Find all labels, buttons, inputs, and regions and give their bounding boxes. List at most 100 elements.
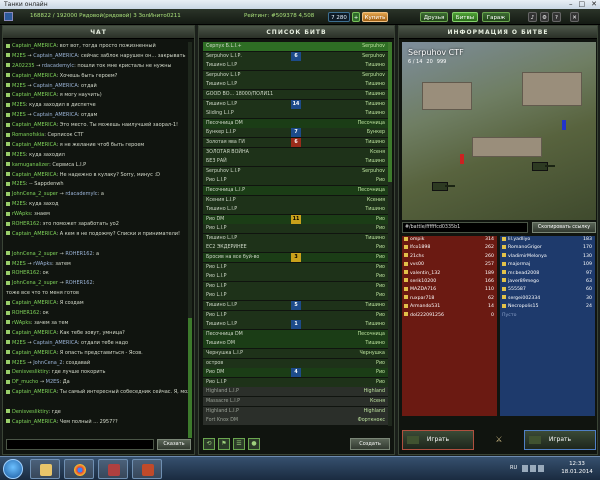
chat-nick[interactable]: M2ES	[12, 340, 26, 346]
battle-row[interactable]: Рио L.I.Р Рио	[203, 272, 388, 282]
chat-nick[interactable]: Romanofskia	[12, 132, 44, 138]
chat-scroll-thumb[interactable]	[188, 318, 192, 438]
play-red-button[interactable]: Играть	[402, 430, 474, 450]
battle-row[interactable]: Fort Knox DM Форткнокс	[203, 416, 388, 426]
chat-nick[interactable]: JohnCena_2_super	[12, 280, 58, 286]
battle-row[interactable]: Рио L.I.Р Рио	[203, 310, 388, 320]
battle-row[interactable]: Massacre L.I.Р Ксеня	[203, 396, 388, 406]
battle-row[interactable]: Рио L.I.Р Рио	[203, 224, 388, 234]
player-row[interactable]: lfco1898 262	[402, 244, 497, 252]
player-row[interactable]: vvs00 257	[402, 261, 497, 269]
battle-row[interactable]: Тишино L.I.Р Тишино	[203, 80, 388, 90]
volume-icon[interactable]	[538, 465, 544, 472]
battle-row[interactable]: Тишино L.I.Р 1 Тишино	[203, 320, 388, 330]
player-row[interactable]: 555587 60	[500, 286, 595, 294]
chat-scrollbar[interactable]	[188, 42, 192, 438]
chat-nick[interactable]: Captain_AMERICA	[12, 300, 56, 306]
chat-nick[interactable]: Denisvesliktiry	[12, 409, 48, 415]
battle-row[interactable]: Золотая ява ГИ 6 Тишино	[203, 137, 388, 147]
copy-link-button[interactable]: Скопировать ссылку	[532, 222, 596, 233]
battle-row[interactable]: Тишино L.I.Р 14 Тишино	[203, 99, 388, 109]
chat-nick[interactable]: ROHER162	[12, 270, 39, 276]
chat-recipient[interactable]: ROHER162	[65, 280, 92, 286]
chat-nick[interactable]: Captain_AMERICA	[12, 419, 56, 425]
battles-button[interactable]: Битвы	[452, 12, 478, 22]
battle-row[interactable]: ЗОЛОТАЯ ВОЙНА Ксеня	[203, 147, 388, 157]
add-crystals-button[interactable]: +	[352, 12, 360, 22]
clock[interactable]: 12:33 18.01.2014	[558, 460, 596, 476]
player-row[interactable]: dol222091256 0	[402, 312, 497, 320]
battle-row[interactable]: ЕС2 ЭКДЕРИНЕЕ Рио	[203, 243, 388, 253]
chat-nick[interactable]: M2ES	[12, 181, 26, 187]
player-row[interactable]: serik10200 166	[402, 278, 497, 286]
battle-row[interactable]: Тишино L.I.Р Тишино	[203, 233, 388, 243]
battle-row[interactable]: Песочница DM Песочница	[203, 329, 388, 339]
battle-row[interactable]: GOOD ВО... 18000/ПОЛИ11 Тишино	[203, 89, 388, 99]
input-language[interactable]: RU	[510, 465, 517, 471]
chat-recipient[interactable]: Captain_AMERICA	[33, 83, 77, 89]
battle-row[interactable]: Рио DM 11 Рио	[203, 214, 388, 224]
taskbar-explorer[interactable]	[30, 459, 60, 479]
chat-nick[interactable]: Captain_AMERICA	[12, 231, 56, 237]
close-icon[interactable]: ✕	[591, 0, 597, 9]
battle-row[interactable]: Песочница L.I.Р Песочница	[203, 185, 388, 195]
start-button[interactable]	[3, 459, 23, 479]
battle-row[interactable]: остров Рио	[203, 358, 388, 368]
battle-list-scrollbar[interactable]	[388, 42, 392, 426]
chat-recipient[interactable]: M2ES	[46, 379, 60, 385]
chat-nick[interactable]: M2ES	[12, 261, 26, 267]
battle-row[interactable]: Песочница DM Песочница	[203, 118, 388, 128]
chat-recipient[interactable]: ROHER162	[65, 251, 92, 257]
chat-nick[interactable]: Captain_AMERICA	[12, 330, 56, 336]
battle-row[interactable]: Sliding L.I.Р Тишино	[203, 109, 388, 119]
player-row[interactable]: ompik 314	[402, 236, 497, 244]
chat-nick[interactable]: 2A02235	[12, 63, 35, 69]
battle-filter-icon[interactable]: ●	[248, 438, 260, 450]
battle-row[interactable]: Тишино L.I.Р 5 Тишино	[203, 301, 388, 311]
chat-nick[interactable]: Captain_AMERICA	[12, 172, 56, 178]
battle-row[interactable]: Тишино L.I.Р Тишино	[203, 205, 388, 215]
chat-nick[interactable]: Denisvesliktiry	[12, 369, 48, 375]
battle-row[interactable]: Рио DM 4 Рио	[203, 368, 388, 378]
battle-row[interactable]: БЕЗ РАЙ Тишино	[203, 157, 388, 167]
player-row[interactable]: javer89mego 63	[500, 278, 595, 286]
chat-nick[interactable]: Captain_AMERICA	[12, 43, 56, 49]
chat-nick[interactable]: Captain_AMERICA	[12, 92, 56, 98]
minimize-icon[interactable]: –	[569, 0, 573, 9]
player-row[interactable]: Necropolis15 24	[500, 303, 595, 311]
taskbar-app[interactable]	[98, 459, 128, 479]
player-row[interactable]: MAZDA716 110	[402, 286, 497, 294]
player-row[interactable]: majormaj 109	[500, 261, 595, 269]
battle-row[interactable]: Бросив на все буй-во 3 Рио	[203, 253, 388, 263]
chat-nick[interactable]: rWApks	[12, 320, 31, 326]
tray-icons[interactable]	[522, 465, 552, 473]
battle-filter-icon[interactable]: ☰	[233, 438, 245, 450]
chat-nick[interactable]: M2ES	[12, 201, 26, 207]
taskbar-chrome[interactable]	[64, 459, 94, 479]
battle-row[interactable]: Serpuhov L.I.Р Serpuhov	[203, 166, 388, 176]
player-row[interactable]: vladimirMelonya 130	[500, 253, 595, 261]
player-row[interactable]: mr.bead2008 97	[500, 270, 595, 278]
battle-row[interactable]: Рио L.I.Р Рио	[203, 176, 388, 186]
help-icon[interactable]: ?	[552, 12, 561, 22]
battle-scroll-thumb[interactable]	[388, 42, 392, 182]
chat-nick[interactable]: M2ES	[12, 102, 26, 108]
chat-nick[interactable]: Captain_AMERICA	[12, 350, 56, 356]
chat-nick[interactable]: ROHER162	[12, 221, 39, 227]
battle-link-field[interactable]: #/battle/ffffffcd0335b1	[402, 222, 528, 233]
battle-row[interactable]: Тишино DM Тишино	[203, 339, 388, 349]
battle-row[interactable]: Тишино L.I.Р Тишино	[203, 61, 388, 71]
chat-nick[interactable]: JohnCena_2_super	[12, 191, 58, 197]
player-row[interactable]: sergei002334 30	[500, 295, 595, 303]
chat-recipient[interactable]: rWApks	[33, 261, 52, 267]
chat-recipient[interactable]: rdacademylc	[42, 63, 74, 69]
chat-nick[interactable]: rWApks	[12, 211, 31, 217]
chat-nick[interactable]: M2ES	[12, 83, 26, 89]
player-row[interactable]: lil.yadliyo 183	[500, 236, 595, 244]
chat-input[interactable]	[6, 439, 154, 450]
chat-recipient[interactable]: Captain_AMERICA	[33, 340, 77, 346]
network-icon[interactable]	[530, 465, 536, 472]
create-battle-button[interactable]: Создать	[350, 438, 390, 450]
chat-nick[interactable]: Captain_AMERICA	[12, 142, 56, 148]
chat-nick[interactable]: Captain_AMERICA	[12, 389, 56, 395]
